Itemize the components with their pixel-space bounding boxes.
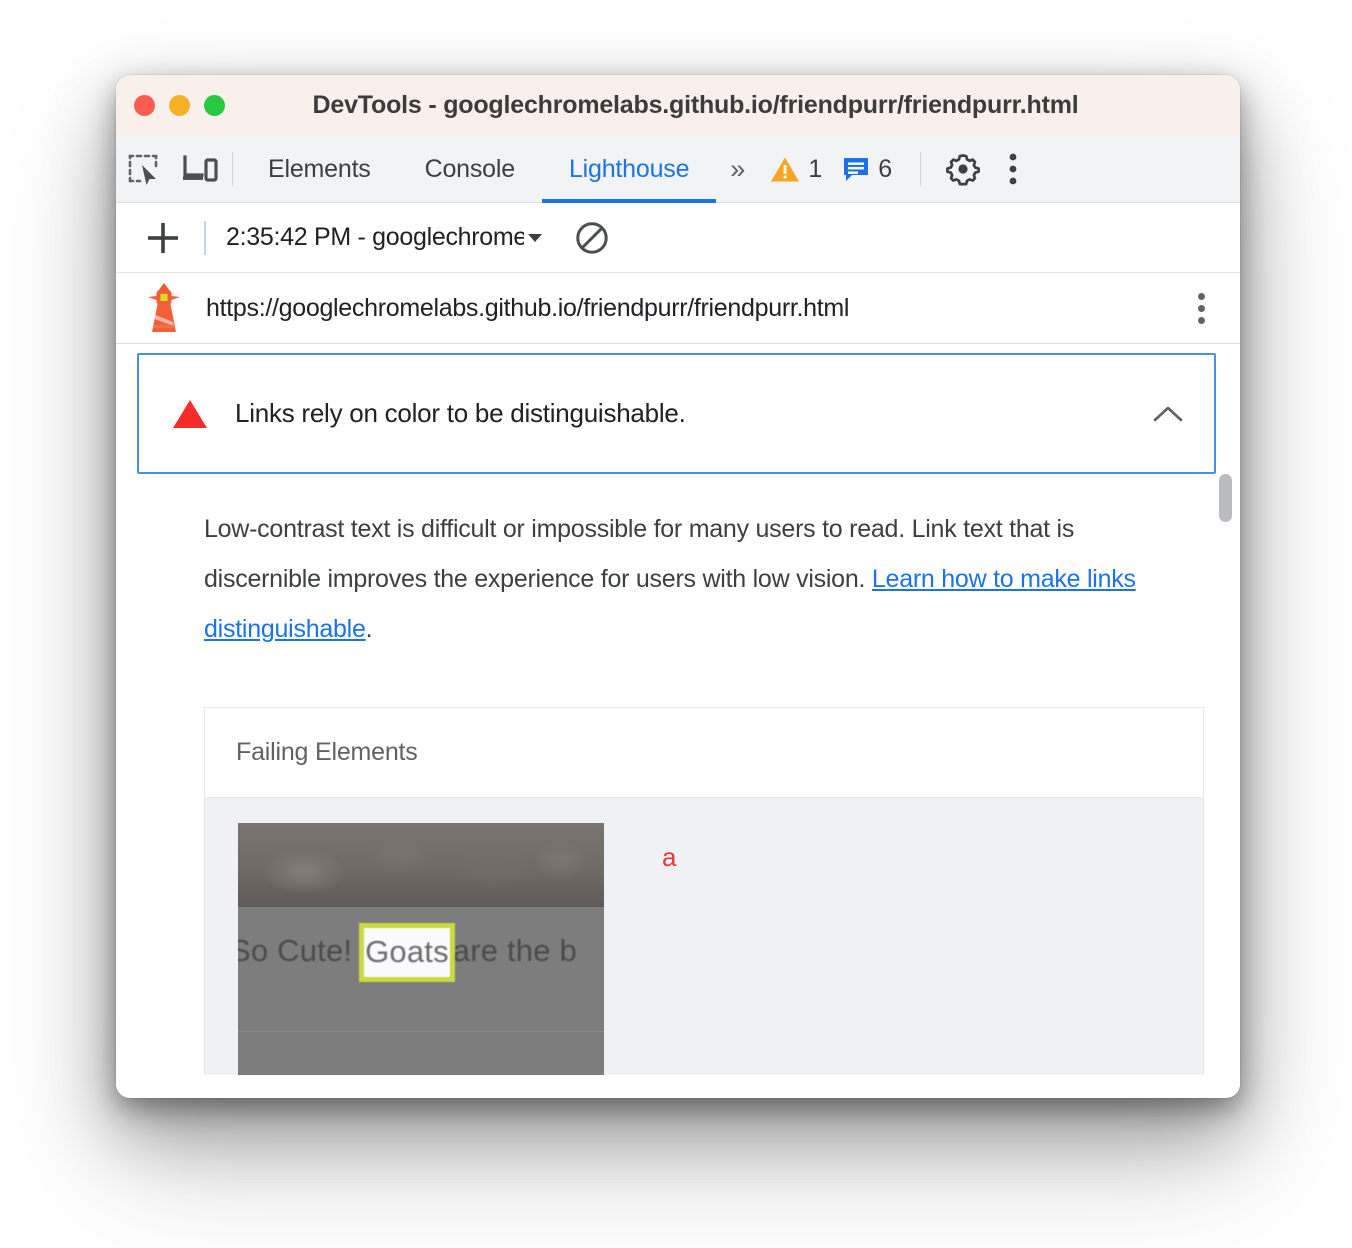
toolbar-divider (232, 152, 233, 186)
chevron-up-icon[interactable] (1148, 394, 1188, 434)
audit-header[interactable]: Links rely on color to be distinguishabl… (137, 353, 1216, 474)
window-title: DevTools - googlechromelabs.github.io/fr… (312, 91, 1079, 119)
tab-lighthouse[interactable]: Lighthouse (541, 136, 717, 203)
highlighted-element-box: Goats (359, 923, 455, 982)
message-bubble-icon (842, 156, 870, 182)
plus-icon[interactable] (140, 215, 186, 261)
thumbnail-caption-after: are the b (452, 933, 577, 968)
warnings-counter[interactable]: 1 (760, 155, 832, 184)
tab-elements-label: Elements (268, 154, 371, 183)
element-screenshot-thumbnail[interactable]: So Cute! Goats are the b (238, 823, 604, 1075)
report-scroll-area: Links rely on color to be distinguishabl… (116, 344, 1240, 1097)
messages-count: 6 (878, 154, 893, 183)
failing-elements-column-header: Failing Elements (236, 738, 418, 766)
run-select-label: 2:35:42 PM - googlechromelab (226, 223, 524, 251)
run-toolbar-divider (204, 220, 206, 255)
screenshot-canvas: DevTools - googlechromelabs.github.io/fr… (0, 0, 1352, 1248)
thumbnail-caption-before: So Cute! (238, 933, 353, 968)
tab-lighthouse-label: Lighthouse (568, 154, 690, 183)
report-url-text: https://googlechromelabs.github.io/frien… (206, 293, 850, 322)
thumbnail-photo-region (238, 823, 604, 907)
devtools-window: DevTools - googlechromelabs.github.io/fr… (116, 75, 1240, 1098)
kebab-menu-icon[interactable] (991, 141, 1035, 197)
lighthouse-run-toolbar: 2:35:42 PM - googlechromelab (116, 203, 1240, 273)
device-toolbar-icon[interactable] (172, 141, 228, 197)
window-titlebar: DevTools - googlechromelabs.github.io/fr… (116, 75, 1240, 136)
thumbnail-divider (238, 1031, 604, 1032)
more-tabs-icon[interactable]: » (716, 154, 760, 185)
audit-title: Links rely on color to be distinguishabl… (235, 398, 686, 428)
element-snippet-cell: a (604, 823, 1203, 1075)
report-url-bar: https://googlechromelabs.github.io/frien… (116, 273, 1240, 344)
scrollbar-thumb[interactable] (1219, 474, 1232, 522)
devtools-tabbar: Elements Console Lighthouse » 1 6 (116, 136, 1240, 203)
tab-elements[interactable]: Elements (241, 136, 398, 203)
audit-description: Low-contrast text is difficult or imposs… (204, 504, 1164, 654)
inspect-element-icon[interactable] (116, 141, 172, 197)
tab-console[interactable]: Console (398, 136, 542, 203)
clear-all-icon[interactable] (570, 216, 614, 260)
toolbar-divider-2 (920, 152, 922, 186)
failing-elements-table-header: Failing Elements (205, 708, 1203, 798)
kebab-dot (1197, 292, 1205, 300)
fail-triangle-icon (173, 399, 207, 428)
run-select[interactable]: 2:35:42 PM - googlechromelab (226, 223, 544, 252)
thumbnail-caption: So Cute! Goats are the b (238, 923, 604, 982)
kebab-dot (1197, 316, 1205, 324)
report-vertical-scrollbar[interactable] (1218, 344, 1232, 1097)
messages-counter[interactable]: 6 (832, 155, 902, 184)
gear-icon[interactable] (935, 141, 991, 197)
audit-description-after: . (365, 615, 373, 643)
warning-triangle-icon (770, 156, 800, 183)
kebab-dot (1197, 304, 1205, 312)
chevron-down-icon (526, 231, 544, 245)
close-window-button[interactable] (134, 95, 155, 116)
report-menu-icon[interactable] (1186, 286, 1216, 330)
tab-console-label: Console (424, 154, 516, 183)
element-snippet[interactable]: a (662, 842, 676, 872)
warnings-count: 1 (808, 154, 823, 183)
table-row: So Cute! Goats are the b a (205, 798, 1203, 1075)
failing-elements-table: Failing Elements So Cute! Goats are the b… (204, 707, 1204, 1075)
more-tabs-label: » (730, 153, 745, 184)
lighthouse-report-body: Links rely on color to be distinguishabl… (116, 344, 1240, 1097)
lighthouse-logo-icon (140, 282, 188, 334)
